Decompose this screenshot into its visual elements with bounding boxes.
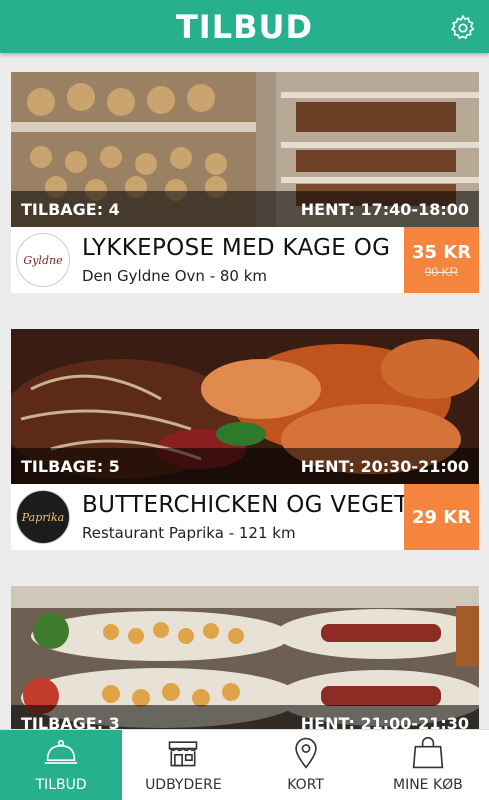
offer-card[interactable]: TILBAGE: 5 HENT: 20:30-21:00 Paprika BUT… (11, 329, 479, 550)
provider-logo: Gyldne (16, 233, 70, 287)
offer-title: LYKKEPOSE MED KAGE OG (82, 235, 391, 261)
tab-tilbud[interactable]: TILBUD (0, 730, 123, 800)
provider-logo: Paprika (16, 490, 70, 544)
offer-overlay: TILBAGE: 4 HENT: 17:40-18:00 (11, 191, 479, 227)
app-header: TILBUD (0, 0, 489, 53)
tab-mine-koeb[interactable]: MINE KØB (367, 730, 489, 800)
offer-image: TILBAGE: 4 HENT: 17:40-18:00 (11, 72, 479, 227)
price-badge: 29 KR (404, 484, 479, 550)
offer-info: Gyldne LYKKEPOSE MED KAGE OG Den Gyldne … (11, 227, 479, 293)
offer-image: TILBAGE: 3 HENT: 21:00-21:30 (11, 586, 479, 729)
price-badge: 35 KR 90 KR (404, 227, 479, 293)
page-title: TILBUD (175, 7, 314, 46)
price: 29 KR (411, 506, 472, 528)
provider-distance: Restaurant Paprika - 121 km (82, 524, 296, 542)
offer-feed[interactable]: TILBAGE: 4 HENT: 17:40-18:00 Gyldne LYKK… (0, 53, 489, 729)
offer-card[interactable]: TILBAGE: 3 HENT: 21:00-21:30 (11, 586, 479, 729)
shopping-bag-icon (412, 736, 444, 769)
offer-card[interactable]: TILBAGE: 4 HENT: 17:40-18:00 Gyldne LYKK… (11, 72, 479, 293)
offer-overlay: TILBAGE: 3 HENT: 21:00-21:30 (11, 705, 479, 729)
bottom-tab-bar: TILBUD UDBYDERE KORT MINE KØB (0, 729, 489, 800)
pickup-time: HENT: 20:30-21:00 (300, 456, 469, 476)
tab-udbydere[interactable]: UDBYDERE (122, 730, 244, 800)
gear-icon[interactable] (449, 14, 477, 42)
offer-info: Paprika BUTTERCHICKEN OG VEGETA Restaura… (11, 484, 479, 550)
price: 35 KR (411, 241, 472, 263)
remaining-count: TILBAGE: 4 (21, 199, 120, 219)
cloche-icon (44, 740, 78, 764)
remaining-count: TILBAGE: 5 (21, 456, 120, 476)
provider-distance: Den Gyldne Ovn - 80 km (82, 267, 268, 285)
map-pin-icon (294, 737, 317, 769)
remaining-count: TILBAGE: 3 (21, 713, 120, 730)
pickup-time: HENT: 17:40-18:00 (300, 199, 469, 219)
pickup-time: HENT: 21:00-21:30 (300, 713, 469, 730)
offer-overlay: TILBAGE: 5 HENT: 20:30-21:00 (11, 448, 479, 484)
offer-image: TILBAGE: 5 HENT: 20:30-21:00 (11, 329, 479, 484)
store-icon (169, 741, 198, 767)
tab-kort[interactable]: KORT (245, 730, 367, 800)
offer-title: BUTTERCHICKEN OG VEGETA (82, 492, 423, 518)
old-price: 90 KR (424, 264, 459, 279)
